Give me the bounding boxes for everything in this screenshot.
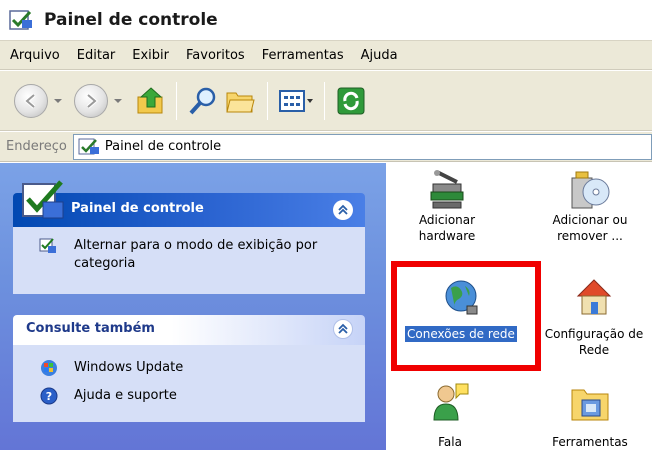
address-field[interactable]: Painel de controle <box>72 133 652 160</box>
menu-exibir[interactable]: Exibir <box>132 48 169 63</box>
menu-bar: Arquivo Editar Exibir Favoritos Ferramen… <box>0 40 652 70</box>
search-button[interactable] <box>185 81 221 121</box>
network-setup-item[interactable]: Configuração de Rede <box>537 276 651 358</box>
highlight-frame <box>391 261 541 371</box>
forward-button[interactable] <box>74 83 108 118</box>
address-bar: Endereço Painel de controle <box>0 132 652 162</box>
help-support-link[interactable]: Ajuda e suporte <box>74 387 177 405</box>
views-button[interactable] <box>276 81 316 121</box>
admin-tools-item[interactable]: Ferramentas <box>540 380 640 450</box>
menu-editar[interactable]: Editar <box>77 48 116 63</box>
menu-ferramentas[interactable]: Ferramentas <box>262 48 344 63</box>
item-label-line1: Ferramentas <box>552 435 628 449</box>
item-label-line1: Fala <box>438 435 462 449</box>
back-dropdown-icon[interactable] <box>54 98 62 103</box>
add-remove-programs-item[interactable]: Adicionar ou remover ... <box>540 168 640 244</box>
window-title: Painel de controle <box>44 10 218 30</box>
task-box-body: Alternar para o modo de exibição por cat… <box>13 227 365 294</box>
menu-ajuda[interactable]: Ajuda <box>361 48 398 63</box>
toolbar-separator <box>176 81 177 120</box>
up-folder-icon <box>137 86 163 113</box>
address-label: Endereço <box>6 139 67 154</box>
collapse-button[interactable] <box>333 319 353 339</box>
back-arrow-icon <box>23 92 36 109</box>
task-box-title: Painel de controle <box>71 201 204 216</box>
item-label-line1: Adicionar ou <box>552 213 628 227</box>
control-panel-icon <box>39 238 56 253</box>
double-chevron-up-icon <box>338 323 348 334</box>
item-label-line1: Configuração de <box>544 327 644 341</box>
link-text-line2: categoria <box>74 256 136 271</box>
views-icon <box>279 89 313 112</box>
toolbar-separator <box>267 81 268 120</box>
menu-favoritos[interactable]: Favoritos <box>186 48 245 63</box>
folders-button[interactable] <box>221 81 259 121</box>
sync-button[interactable] <box>333 81 369 121</box>
menu-arquivo[interactable]: Arquivo <box>10 48 60 63</box>
item-label-line2: remover ... <box>557 229 623 243</box>
control-panel-icon <box>22 180 64 219</box>
add-hardware-icon <box>430 170 464 209</box>
item-label-line1: Adicionar <box>418 213 476 227</box>
title-bar: Painel de controle <box>0 0 652 40</box>
help-icon: ? <box>40 387 58 405</box>
speech-item[interactable]: Fala <box>410 380 490 450</box>
collapse-button[interactable] <box>333 200 353 220</box>
item-label-line2: Rede <box>578 343 610 357</box>
windows-update-icon <box>41 360 57 376</box>
sync-icon <box>337 87 365 114</box>
control-panel-icon <box>78 138 99 154</box>
see-also-title: Consulte também <box>26 321 155 336</box>
tools-folder-icon <box>571 389 609 421</box>
address-value: Painel de controle <box>104 139 222 154</box>
svg-text:?: ? <box>46 390 52 403</box>
toolbar-separator <box>324 81 325 120</box>
double-chevron-up-icon <box>338 204 348 215</box>
toolbar <box>0 71 652 131</box>
up-folder-button[interactable] <box>134 81 168 121</box>
speech-icon <box>433 383 469 421</box>
forward-dropdown-icon[interactable] <box>114 98 122 103</box>
folders-icon <box>226 92 255 112</box>
link-text-line1: Alternar para o modo de exibição por <box>74 238 318 253</box>
see-also-header[interactable]: Consulte também <box>13 315 365 345</box>
house-network-icon <box>576 279 612 315</box>
windows-update-link[interactable]: Windows Update <box>74 359 183 377</box>
search-icon <box>189 87 216 114</box>
add-remove-programs-icon <box>571 171 610 209</box>
add-hardware-item[interactable]: Adicionar hardware <box>402 168 492 244</box>
switch-category-view-link[interactable]: Alternar para o modo de exibição por cat… <box>74 237 317 273</box>
control-panel-icon <box>9 10 32 30</box>
forward-arrow-icon <box>86 92 99 109</box>
back-button[interactable] <box>14 83 48 118</box>
see-also-body: Windows Update ? Ajuda e suporte <box>13 345 365 422</box>
item-label-line2: hardware <box>418 229 476 243</box>
